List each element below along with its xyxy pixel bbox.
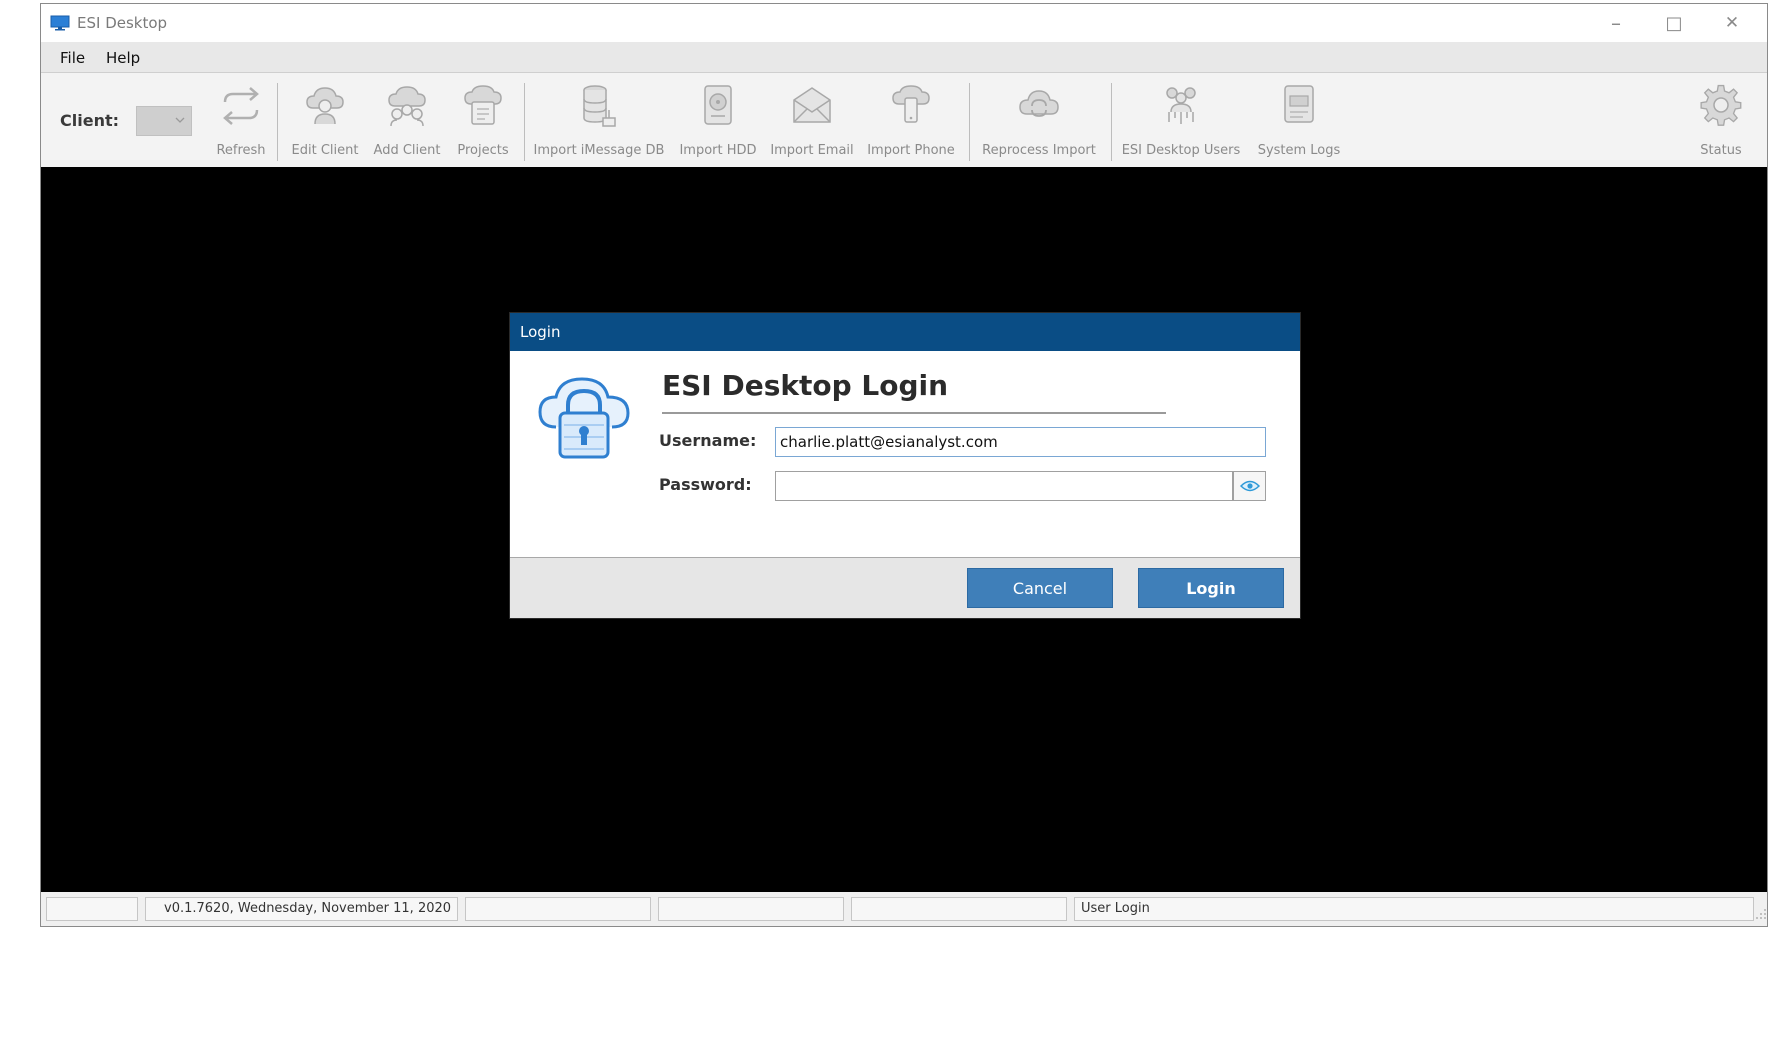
import-hdd-button[interactable]: Import HDD [674,73,762,167]
login-button[interactable]: Login [1138,568,1284,608]
chevron-down-icon [175,117,185,123]
toolbar-separator [524,83,525,161]
status-version: v0.1.7620, Wednesday, November 11, 2020 [145,897,458,921]
edit-client-button[interactable]: Edit Client [289,73,361,167]
status-button[interactable]: Status [1689,73,1753,167]
hdd-icon [704,85,732,125]
dialog-title-bar: Login [510,313,1300,351]
minimize-button[interactable]: – [1587,4,1645,42]
projects-icon [464,85,502,125]
toolbar-separator [969,83,970,161]
import-imessage-db-button[interactable]: Import iMessage DB [532,73,666,167]
system-logs-button[interactable]: System Logs [1251,73,1347,167]
menu-bar: File Help [41,42,1767,73]
users-icon [1166,87,1196,124]
refresh-icon [223,87,259,125]
gear-icon [1700,84,1742,126]
status-message: User Login [1074,897,1754,921]
add-client-icon [388,86,426,127]
toolbar-separator [277,83,278,161]
login-dialog: Login ESI Desktop Login Username: Passwo… [509,312,1301,619]
import-phone-button[interactable]: Import Phone [862,73,960,167]
projects-label: Projects [457,143,509,158]
title-bar: ESI Desktop – □ ✕ [41,4,1767,42]
status-cell-empty [465,897,651,921]
dialog-footer: Cancel Login [510,557,1300,618]
dialog-title: Login [520,323,561,341]
eye-icon [1239,480,1260,492]
import-hdd-label: Import HDD [679,143,757,158]
status-label: Status [1700,143,1742,158]
password-label: Password: [659,475,752,494]
window-title: ESI Desktop [77,14,168,32]
phone-icon [892,85,930,123]
maximize-button[interactable]: □ [1645,4,1703,42]
refresh-label: Refresh [216,143,266,158]
reprocess-icon [1019,90,1059,117]
client-select[interactable] [136,106,192,136]
system-logs-label: System Logs [1257,143,1341,158]
reprocess-import-label: Reprocess Import [982,143,1096,158]
reprocess-import-button[interactable]: Reprocess Import [977,73,1101,167]
heading-divider [662,412,1166,414]
import-phone-label: Import Phone [867,143,955,158]
database-icon [583,85,616,127]
esi-desktop-users-button[interactable]: ESI Desktop Users [1119,73,1243,167]
esi-desktop-users-label: ESI Desktop Users [1121,143,1241,158]
monitor-icon [50,15,70,31]
add-client-label: Add Client [373,143,441,158]
client-label: Client: [60,111,119,130]
status-cell-empty [46,897,138,921]
username-label: Username: [659,431,757,450]
show-password-button[interactable] [1233,471,1266,501]
import-email-label: Import Email [770,143,854,158]
refresh-button[interactable]: Refresh [209,73,273,167]
toolbar-separator [1111,83,1112,161]
cancel-button[interactable]: Cancel [967,568,1113,608]
email-icon [793,87,831,123]
edit-client-label: Edit Client [291,143,359,158]
add-client-button[interactable]: Add Client [369,73,445,167]
edit-client-icon [306,87,344,125]
menu-file[interactable]: File [60,49,85,67]
toolbar: Client: Refresh Edit Client Add Client P… [41,73,1767,167]
status-bar: v0.1.7620, Wednesday, November 11, 2020 … [41,892,1767,926]
password-input[interactable] [775,471,1233,501]
projects-button[interactable]: Projects [451,73,515,167]
import-email-button[interactable]: Import Email [768,73,856,167]
logs-icon [1284,85,1314,123]
status-cell-empty [851,897,1067,921]
menu-help[interactable]: Help [106,49,140,67]
cloud-lock-icon [538,377,630,459]
import-imessage-db-label: Import iMessage DB [533,143,665,158]
resize-grip-icon[interactable] [1755,908,1767,920]
close-button[interactable]: ✕ [1703,4,1761,42]
username-input[interactable] [775,427,1266,457]
status-cell-empty [658,897,844,921]
dialog-heading: ESI Desktop Login [662,369,949,402]
